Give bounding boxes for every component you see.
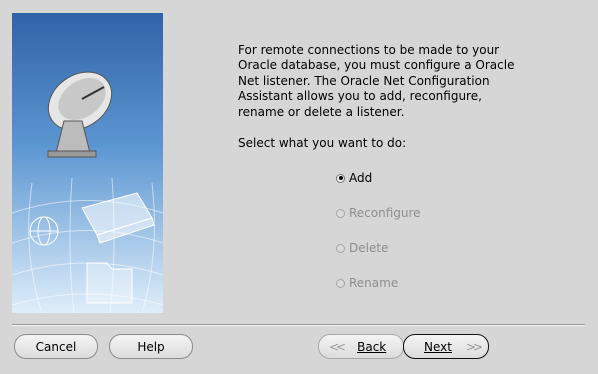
radio-add-label: Add (349, 171, 373, 185)
next-button[interactable]: Next >> (403, 334, 489, 359)
radio-reconfigure[interactable]: Reconfigure (336, 205, 421, 221)
back-button[interactable]: << Back (318, 334, 404, 359)
next-arrow-icon: >> (465, 339, 483, 354)
wizard-side-image (12, 13, 163, 313)
radio-delete-label: Delete (349, 241, 389, 255)
back-arrow-icon: << (329, 339, 346, 354)
help-button-label: Help (137, 339, 165, 354)
footer-divider (12, 324, 585, 326)
prompt-label: Select what you want to do: (238, 136, 407, 150)
radio-unselected-icon (336, 208, 345, 218)
back-button-label: Back (357, 339, 387, 354)
radio-rename[interactable]: Rename (336, 275, 398, 291)
radio-reconfigure-label: Reconfigure (349, 206, 421, 220)
next-button-label: Next (424, 339, 452, 354)
radio-delete[interactable]: Delete (336, 240, 388, 256)
radio-selected-icon (336, 173, 345, 183)
folder-icon (86, 262, 133, 304)
radio-unselected-icon (336, 278, 345, 288)
description-text: For remote connections to be made to you… (238, 43, 515, 119)
radio-rename-label: Rename (349, 276, 399, 290)
cancel-button[interactable]: Cancel (14, 334, 98, 359)
cancel-button-label: Cancel (35, 339, 77, 354)
help-button[interactable]: Help (109, 334, 193, 359)
radio-unselected-icon (336, 243, 345, 253)
radio-add[interactable]: Add (336, 170, 372, 186)
